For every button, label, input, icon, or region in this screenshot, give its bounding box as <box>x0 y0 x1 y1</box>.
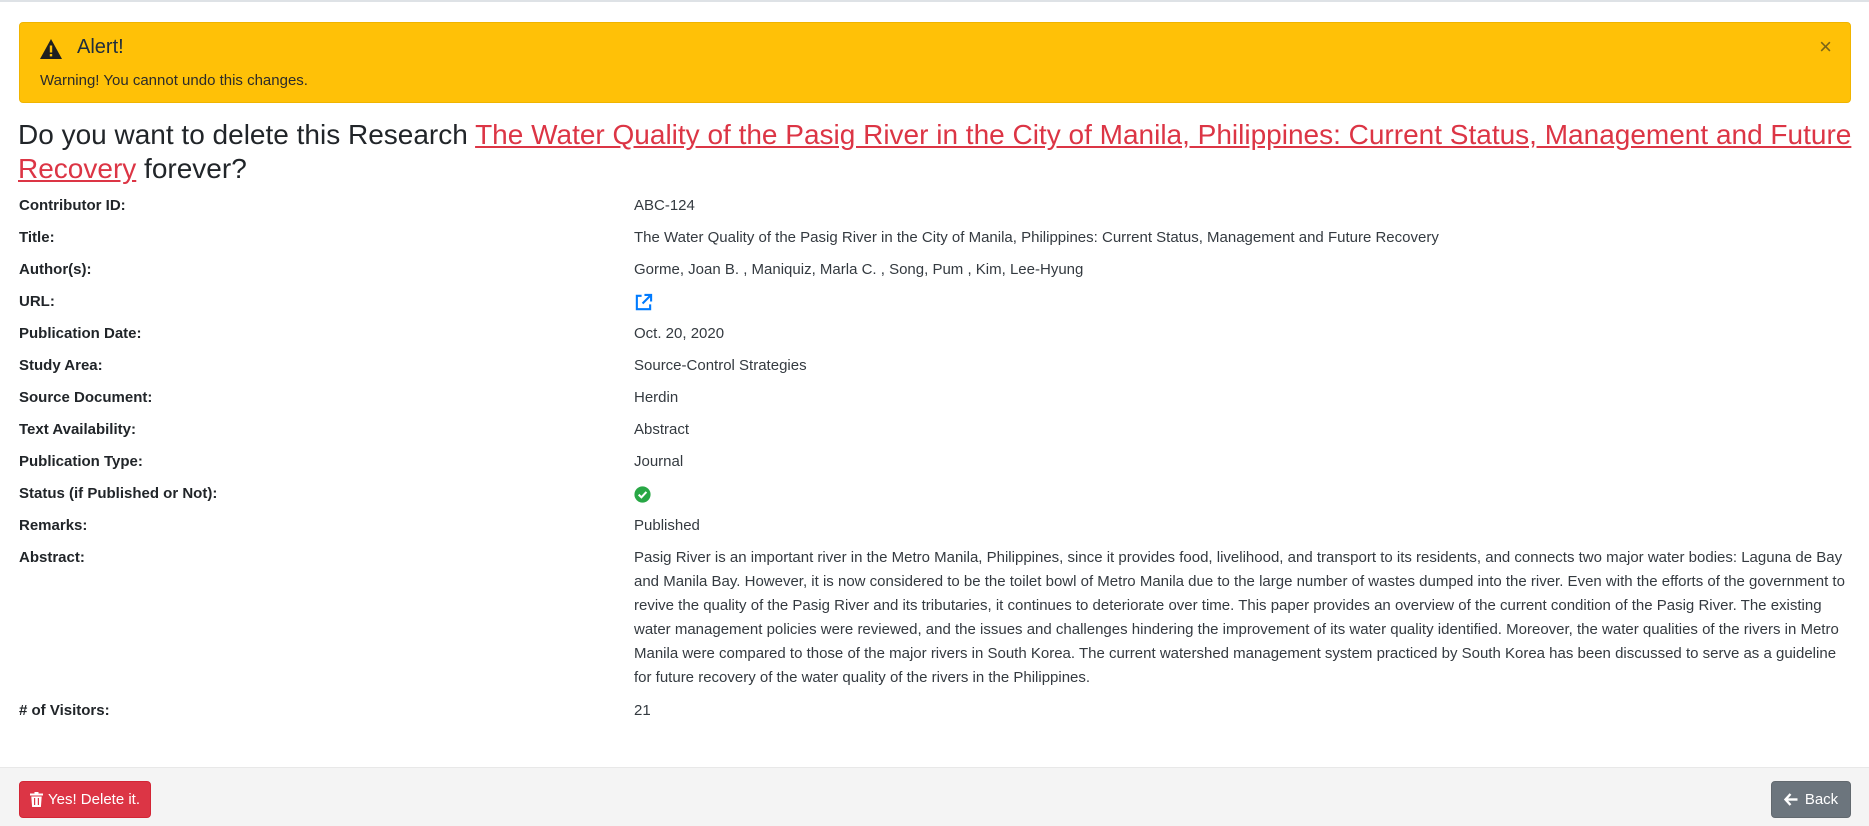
detail-value: Herdin <box>634 389 679 406</box>
detail-label: Publication Type: <box>19 453 143 470</box>
back-button[interactable]: Back <box>1771 781 1851 818</box>
confirm-delete-label: Yes! Delete it. <box>48 791 140 808</box>
alert-close-button[interactable]: × <box>1819 36 1832 58</box>
detail-value: Oct. 20, 2020 <box>634 325 725 342</box>
detail-label: Publication Date: <box>19 325 142 342</box>
detail-value <box>634 293 1849 312</box>
detail-label: URL: <box>19 293 55 310</box>
detail-label: Status (if Published or Not): <box>19 485 218 502</box>
detail-label: Study Area: <box>19 357 103 374</box>
detail-label: Remarks: <box>19 517 88 534</box>
delete-question: Do you want to delete this Research The … <box>18 118 1858 186</box>
detail-label: Title: <box>19 229 55 246</box>
check-circle-icon <box>634 485 651 503</box>
trash-icon <box>30 792 43 807</box>
action-footer: Yes! Delete it. Back <box>0 767 1869 826</box>
question-suffix: forever? <box>136 153 247 184</box>
external-link-icon[interactable] <box>634 293 653 312</box>
detail-value: Source-Control Strategies <box>634 357 807 374</box>
detail-label: Text Availability: <box>19 421 136 438</box>
detail-label: Abstract: <box>19 549 85 566</box>
back-label: Back <box>1804 791 1839 808</box>
delete-confirmation-page: Alert! Warning! You cannot undo this cha… <box>0 0 1869 826</box>
detail-label: # of Visitors: <box>19 702 110 719</box>
detail-value: Journal <box>634 453 684 470</box>
confirm-delete-button[interactable]: Yes! Delete it. <box>19 781 151 818</box>
arrow-left-icon <box>1783 793 1798 806</box>
alert-message: Warning! You cannot undo this changes. <box>40 72 308 89</box>
detail-label: Author(s): <box>19 261 92 278</box>
alert-title: Alert! <box>77 36 124 58</box>
abstract-text: Pasig River is an important river in the… <box>634 549 1845 686</box>
question-prefix: Do you want to delete this Research <box>18 119 476 150</box>
detail-label: Contributor ID: <box>19 197 126 214</box>
detail-value: Gorme, Joan B. , Maniquiz, Marla C. , So… <box>634 261 1084 278</box>
detail-value: The Water Quality of the Pasig River in … <box>634 229 1439 246</box>
detail-value <box>634 485 1849 503</box>
detail-value: ABC-124 <box>634 197 695 214</box>
detail-value: Abstract <box>634 421 690 438</box>
detail-label: Source Document: <box>19 389 153 406</box>
detail-value: 21 <box>634 702 651 719</box>
detail-value: Published <box>634 517 700 534</box>
warning-alert: Alert! Warning! You cannot undo this cha… <box>19 22 1851 103</box>
warning-triangle-icon <box>40 39 62 59</box>
